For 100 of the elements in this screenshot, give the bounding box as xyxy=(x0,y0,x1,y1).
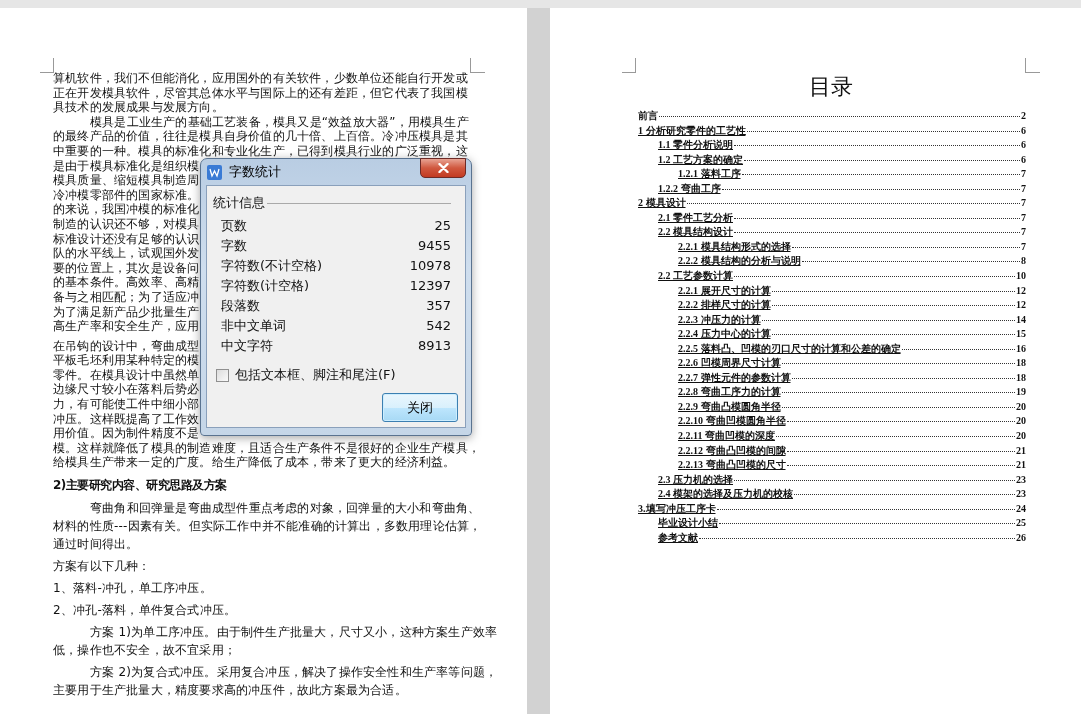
page-number: 23 xyxy=(1016,487,1026,502)
page-number: 19 xyxy=(1016,385,1026,400)
page-number: 23 xyxy=(1016,472,1026,487)
toc-link[interactable]: 2.2.2 模具结构的分析与说明 xyxy=(678,254,801,269)
stat-label: 字符数(不计空格) xyxy=(221,257,323,275)
page-number: 8 xyxy=(1021,254,1026,269)
stat-label: 页数 xyxy=(221,217,247,235)
toc-entry: 前言 xyxy=(638,109,658,123)
toc-link[interactable]: 1.2.2 弯曲工序 xyxy=(658,181,721,197)
page-number: 7 xyxy=(1021,167,1026,182)
page-number: 20 xyxy=(1016,429,1026,444)
text-line: 标准设计还没有足够的认识 xyxy=(53,232,200,246)
toc-link[interactable]: 2.2.2 排样尺寸的计算 xyxy=(678,298,771,313)
toc-link[interactable]: 2.2.11 弯曲凹模的深度 xyxy=(678,429,775,444)
toc-link[interactable]: 2.2.3 冲压力的计算 xyxy=(678,312,761,328)
page-number: 21 xyxy=(1016,443,1026,458)
close-icon xyxy=(437,163,449,173)
stat-label: 字符数(计空格) xyxy=(221,277,310,295)
page-number: 14 xyxy=(1016,312,1026,327)
toc-link[interactable]: 2.2.1 模具结构形式的选择 xyxy=(678,239,791,255)
page-number: 16 xyxy=(1016,341,1026,356)
body-paragraph: 方案 2)为复合式冲压。采用复合冲压，解决了操作安全性和生产率等问题， 主要用于生产批量大，精度要求高的冲压件，故此方案最为合适。 xyxy=(53,664,498,700)
text-line: 是由于模具标准化是组织模 xyxy=(53,159,200,173)
body-paragraph: 2、冲孔-落料，单件复合式冲压。 xyxy=(53,602,237,620)
text-line: 队的水平线上，试观国外发 xyxy=(53,247,200,260)
toc-link[interactable]: 1.2 工艺方案的确定 xyxy=(658,152,743,168)
body-paragraph: 1、落料-冲孔，单工序冲压。 xyxy=(53,580,212,598)
page-number: 6 xyxy=(1021,152,1026,167)
stat-label: 非中文单词 xyxy=(221,317,286,335)
section-heading: 2)主要研究内容、研究思路及方案 xyxy=(53,477,228,495)
page-number: 26 xyxy=(1016,530,1026,545)
text-line: 高生产率和安全生产，应用 xyxy=(53,320,200,333)
app-icon xyxy=(207,164,222,180)
toc-link[interactable]: 2.2.4 压力中心的计算 xyxy=(678,327,771,342)
toc-link[interactable]: 2.2.10 弯曲凹模圆角半径 xyxy=(678,414,786,430)
stat-value: 12397 xyxy=(409,277,451,295)
page-number: 20 xyxy=(1016,399,1026,414)
body-paragraph: 算机软件，我们不但能消化，应用国外的有关软件，少数单位还能自行开发或 正在开发模具软件，尽管其总体水平与国际上的还有差距，但它代表了我国模 具技术的发展成果与发展方向。 xyxy=(53,72,468,114)
text-line: 冲压。这样既提高了工作效 xyxy=(53,412,200,426)
toc-link[interactable]: 2.2 模具结构设计 xyxy=(658,225,733,240)
page-number: 6 xyxy=(1021,138,1026,153)
body-paragraph: 方案有以下几种： xyxy=(53,558,151,576)
toc-link[interactable]: 2.2.8 弯曲工序力的计算 xyxy=(678,385,781,400)
close-dialog-button[interactable]: 关闭 xyxy=(382,393,458,422)
text-line: 的来说，我国冲模的标准化 xyxy=(53,203,200,216)
toc-link[interactable]: 3.填写冲压工序卡 xyxy=(638,501,716,517)
page-number: 6 xyxy=(1021,123,1026,138)
toc-title: 目录 xyxy=(808,74,854,100)
close-button[interactable] xyxy=(420,158,466,178)
toc-link[interactable]: 1 分析研究零件的工艺性 xyxy=(638,123,746,139)
text-line: 在吊钩的设计中，弯曲成型 xyxy=(53,339,200,353)
toc-link[interactable]: 2.2.9 弯曲凸模圆角半径 xyxy=(678,399,781,415)
toc-link[interactable]: 2.4 模架的选择及压力机的校核 xyxy=(658,487,793,502)
page-number: 10 xyxy=(1016,269,1026,283)
group-label: 统计信息 xyxy=(213,195,265,211)
page-number: 24 xyxy=(1016,501,1026,516)
checkbox[interactable] xyxy=(216,368,229,382)
page-number: 7 xyxy=(1021,181,1026,196)
page-number: 21 xyxy=(1016,458,1026,473)
dialog-title: 字数统计 xyxy=(229,163,281,181)
text-line: 的基本条件。高效率、高精 xyxy=(53,276,200,289)
toc-link[interactable]: 2.2.13 弯曲凸凹模的尺寸 xyxy=(678,458,786,473)
toc-link[interactable]: 2.2.5 落料凸、凹模的刃口尺寸的计算和公差的确定 xyxy=(678,341,901,357)
body-paragraph: 模。这样就降低了模具的制造难度，且适合生产条件不是很好的企业生产模具， 给模具生产带来一定的广度。给生产降低了成本，带来了更大的经济利益。 xyxy=(53,441,480,470)
text-line: 力，有可能使工件中细小部 xyxy=(53,398,200,411)
page-number: 7 xyxy=(1021,196,1026,211)
text-line: 要的位置上，其次是设备问 xyxy=(53,261,200,275)
stat-value: 357 xyxy=(426,297,451,315)
text-line: 边缘尺寸较小在落料后势必 xyxy=(53,383,200,397)
page-number: 25 xyxy=(1016,516,1026,531)
stat-label: 段落数 xyxy=(221,297,260,315)
toc-link[interactable]: 1.1 零件分析说明 xyxy=(658,138,733,153)
page-number: 18 xyxy=(1016,370,1026,385)
page-number: 7 xyxy=(1021,225,1026,240)
toc-link[interactable]: 2.3 压力机的选择 xyxy=(658,472,733,488)
text-line: 模具质量、缩短模具制造周 xyxy=(53,174,200,187)
page-number: 18 xyxy=(1016,356,1026,371)
page-number: 15 xyxy=(1016,327,1026,342)
page-number: 2 xyxy=(1021,109,1026,123)
toc-link[interactable]: 毕业设计小结 xyxy=(658,516,718,531)
toc-link[interactable]: 2.2.12 弯曲凸凹模的间隙 xyxy=(678,443,786,459)
toc-link[interactable]: 1.2.1 落料工序 xyxy=(678,167,741,182)
text-line: 平板毛坯利用某种特定的模 xyxy=(53,354,200,367)
stat-value: 10978 xyxy=(409,257,451,275)
page-number: 12 xyxy=(1016,283,1026,298)
crop-mark xyxy=(470,58,485,73)
body-paragraph: 模具是工业生产的基础工艺装备，模具又是“效益放大器”，用模具生产 的最终产品的价值，往往是模具自身价值的几十倍、上百倍。冷冲压模具是其 中重要的一种。模具的标准化和专业化生产，已得到模具行业的广泛重视，这 xyxy=(53,115,469,158)
stat-value: 25 xyxy=(434,217,451,235)
toc-link[interactable]: 2 模具设计 xyxy=(638,196,686,211)
crop-mark xyxy=(40,58,54,73)
checkbox-label[interactable]: 包括文本框、脚注和尾注(F) xyxy=(235,366,396,384)
page-number: 12 xyxy=(1016,298,1026,313)
toc-link[interactable]: 参考文献 xyxy=(658,530,698,546)
toc-link[interactable]: 2.1 零件工艺分析 xyxy=(658,210,733,226)
toc-link[interactable]: 2.2 工艺参数计算 xyxy=(658,269,733,284)
text-line: 备与之相匹配；为了适应冲 xyxy=(53,290,200,304)
stat-value: 9455 xyxy=(417,237,451,255)
toc-link[interactable]: 2.2.7 弹性元件的参数计算 xyxy=(678,370,791,386)
toc-link[interactable]: 2.2.1 展开尺寸的计算 xyxy=(678,283,771,299)
toc-link[interactable]: 2.2.6 凹模周界尺寸计算 xyxy=(678,356,781,371)
